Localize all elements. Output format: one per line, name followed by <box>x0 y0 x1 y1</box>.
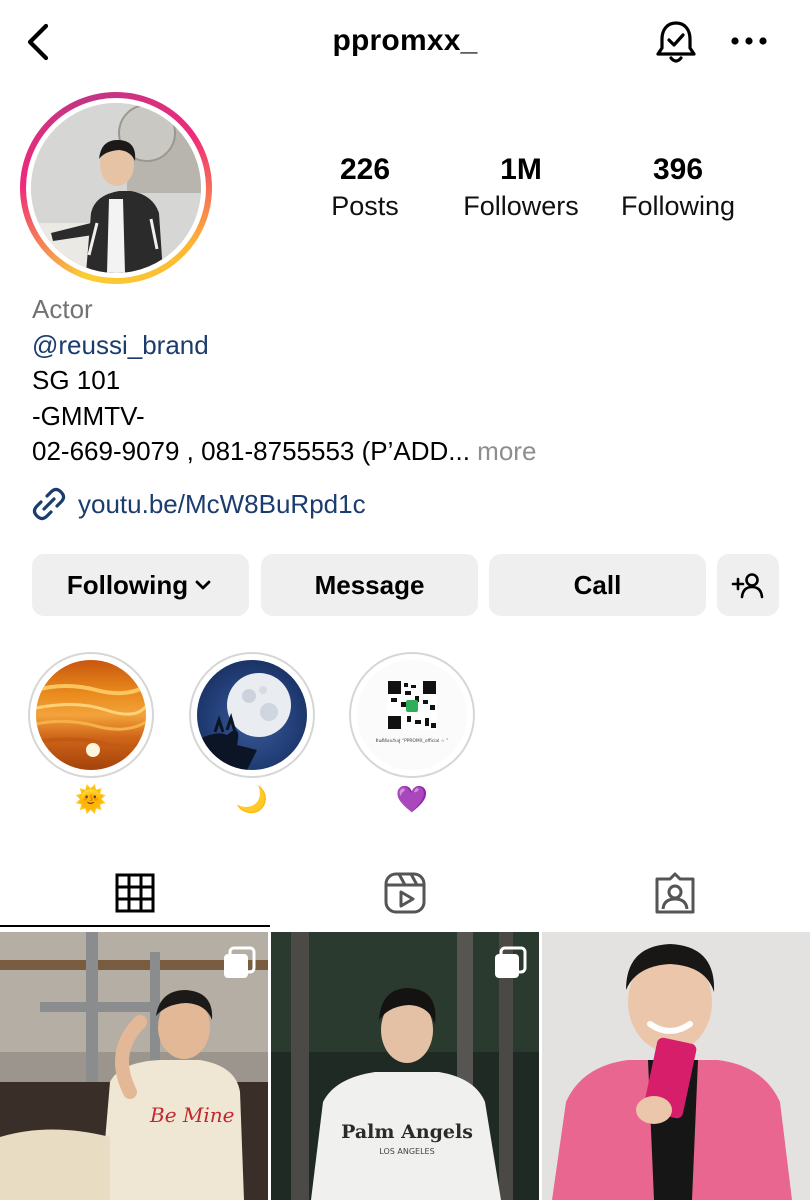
profile-header: ppromxx_ <box>0 0 810 86</box>
post-shirt-text: Palm Angels <box>341 1121 473 1143</box>
tagged-icon <box>655 872 695 914</box>
highlight-label: 🌞 <box>74 784 108 814</box>
bio-link-text: youtu.be/McW8BuRpd1c <box>78 488 366 519</box>
highlight-moon[interactable]: 🌙 <box>189 652 315 816</box>
chevron-down-icon <box>195 580 211 590</box>
bio-mention-link[interactable]: @reussi_brand <box>32 328 792 364</box>
highlight-moon-image <box>197 660 307 770</box>
more-options-button[interactable] <box>728 26 770 56</box>
posts-count[interactable]: 226 Posts <box>285 152 445 224</box>
highlight-label: 💜 <box>395 784 429 814</box>
bio-more-link[interactable]: more <box>470 436 536 466</box>
followers-count-label: Followers <box>463 191 579 221</box>
message-button[interactable]: Message <box>261 554 478 616</box>
profile-category: Actor <box>32 294 93 324</box>
post-shirt-text: Be Mine <box>149 1103 234 1127</box>
bio-phone-text: 02-669-9079 , 081-8755553 (P’ADD... <box>32 436 470 466</box>
followers-count[interactable]: 1M Followers <box>441 152 601 224</box>
active-tab-indicator <box>0 925 270 927</box>
highlight-purple-heart[interactable]: ยินดีต้อนรับสู่ “PPROMX_official ☆ ” 💜 <box>349 652 475 816</box>
multiple-images-icon <box>224 946 256 978</box>
post-thumbnail[interactable]: Be Mine <box>0 932 268 1200</box>
post-thumbnail[interactable] <box>542 932 810 1200</box>
profile-avatar[interactable] <box>20 92 212 284</box>
link-icon <box>32 487 66 521</box>
suggested-people-button[interactable] <box>717 554 779 616</box>
following-count[interactable]: 396 Following <box>598 152 758 224</box>
following-count-label: Following <box>620 191 736 221</box>
posts-count-label: Posts <box>331 191 399 221</box>
bio-line: SG 101 <box>32 365 121 395</box>
bio-phone-line: 02-669-9079 , 081-8755553 (P’ADD... more <box>32 434 792 470</box>
highlight-qr-image: ยินดีต้อนรับสู่ “PPROMX_official ☆ ” <box>357 660 467 770</box>
highlight-sun[interactable]: 🌞 <box>28 652 154 816</box>
profile-bio: Actor @reussi_brand SG 101 -GMMTV- 02-66… <box>32 292 792 470</box>
add-person-icon <box>731 573 764 599</box>
bio-external-link[interactable]: youtu.be/McW8BuRpd1c <box>32 484 366 524</box>
following-button[interactable]: Following <box>32 554 249 616</box>
tab-reels[interactable] <box>270 858 540 928</box>
tab-posts-grid[interactable] <box>0 858 270 928</box>
more-horizontal-icon <box>731 37 767 45</box>
bio-line: -GMMTV- <box>32 400 145 431</box>
multiple-images-icon <box>495 946 527 978</box>
notifications-button[interactable] <box>652 18 700 66</box>
call-button-label: Call <box>573 569 622 600</box>
post-shirt-subtext: LOS ANGELES <box>379 1147 434 1156</box>
highlight-label: 🌙 <box>235 784 269 814</box>
avatar-photo <box>31 103 201 273</box>
highlight-sunset-image <box>36 660 146 770</box>
following-count-value: 396 <box>652 153 704 186</box>
call-button[interactable]: Call <box>489 554 706 616</box>
posts-count-value: 226 <box>339 153 391 186</box>
following-button-label: Following <box>66 569 189 600</box>
followers-count-value: 1M <box>500 153 542 186</box>
grid-icon <box>115 873 155 913</box>
post-thumbnail[interactable]: Palm Angels LOS ANGELES <box>271 932 539 1200</box>
highlight-qr-caption: ยินดีต้อนรับสู่ “PPROMX_official ☆ ” <box>375 738 448 744</box>
bell-check-icon <box>656 21 696 63</box>
reels-icon <box>384 872 426 914</box>
message-button-label: Message <box>314 569 425 600</box>
tab-tagged[interactable] <box>540 858 810 928</box>
